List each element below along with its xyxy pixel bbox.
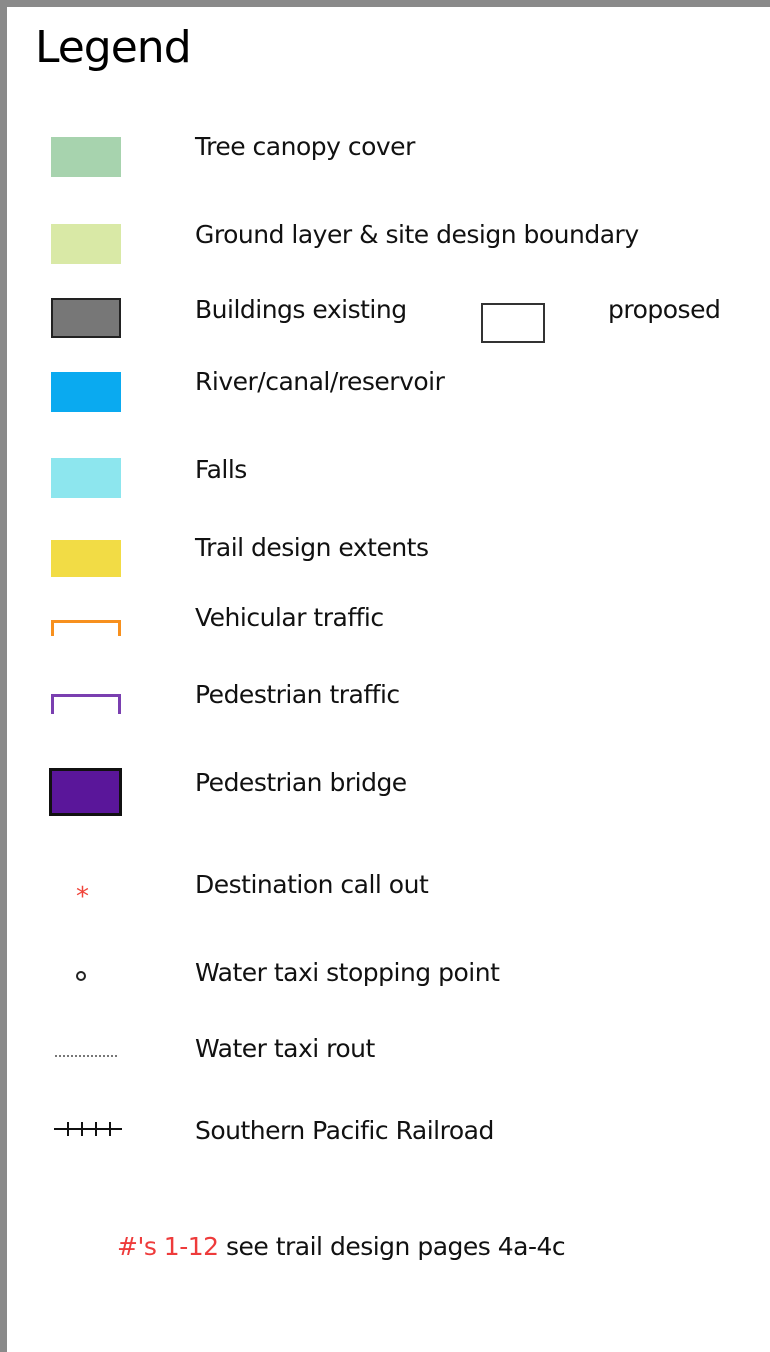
buildings-existing-label: Buildings existing — [195, 295, 407, 324]
pedestrian-traffic-label: Pedestrian traffic — [195, 680, 400, 709]
buildings-proposed-swatch — [481, 303, 545, 343]
vehicular-traffic-label: Vehicular traffic — [195, 603, 384, 632]
river-swatch — [51, 372, 121, 412]
falls-swatch — [51, 458, 121, 498]
buildings-proposed-label: proposed — [608, 295, 721, 324]
trail-pages-note-text: see trail design pages 4a-4c — [218, 1232, 566, 1261]
water-taxi-route-label: Water taxi rout — [195, 1034, 375, 1063]
ground-layer-label: Ground layer & site design boundary — [195, 220, 639, 249]
destination-callout-icon: * — [76, 882, 89, 912]
ground-layer-swatch — [51, 224, 121, 264]
water-taxi-stop-label: Water taxi stopping point — [195, 958, 500, 987]
trail-pages-note: #'s 1-12 see trail design pages 4a-4c — [117, 1232, 566, 1261]
falls-label: Falls — [195, 455, 247, 484]
legend-title: Legend — [35, 22, 192, 73]
vehicular-traffic-symbol — [51, 620, 121, 636]
tree-canopy-swatch — [51, 137, 121, 177]
trail-numbers-highlight: #'s 1-12 — [117, 1232, 219, 1261]
railroad-label: Southern Pacific Railroad — [195, 1116, 494, 1145]
trail-extents-swatch — [51, 540, 121, 577]
pedestrian-traffic-symbol — [51, 694, 121, 714]
pedestrian-bridge-label: Pedestrian bridge — [195, 768, 407, 797]
water-taxi-route-symbol — [55, 1055, 117, 1057]
pedestrian-bridge-swatch — [49, 768, 122, 816]
railroad-icon — [54, 1122, 122, 1136]
trail-extents-label: Trail design extents — [195, 533, 429, 562]
legend-panel — [0, 0, 770, 1352]
tree-canopy-label: Tree canopy cover — [195, 132, 415, 161]
water-taxi-stop-icon — [76, 971, 86, 981]
buildings-existing-swatch — [51, 298, 121, 338]
destination-callout-label: Destination call out — [195, 870, 429, 899]
river-label: River/canal/reservoir — [195, 367, 445, 396]
